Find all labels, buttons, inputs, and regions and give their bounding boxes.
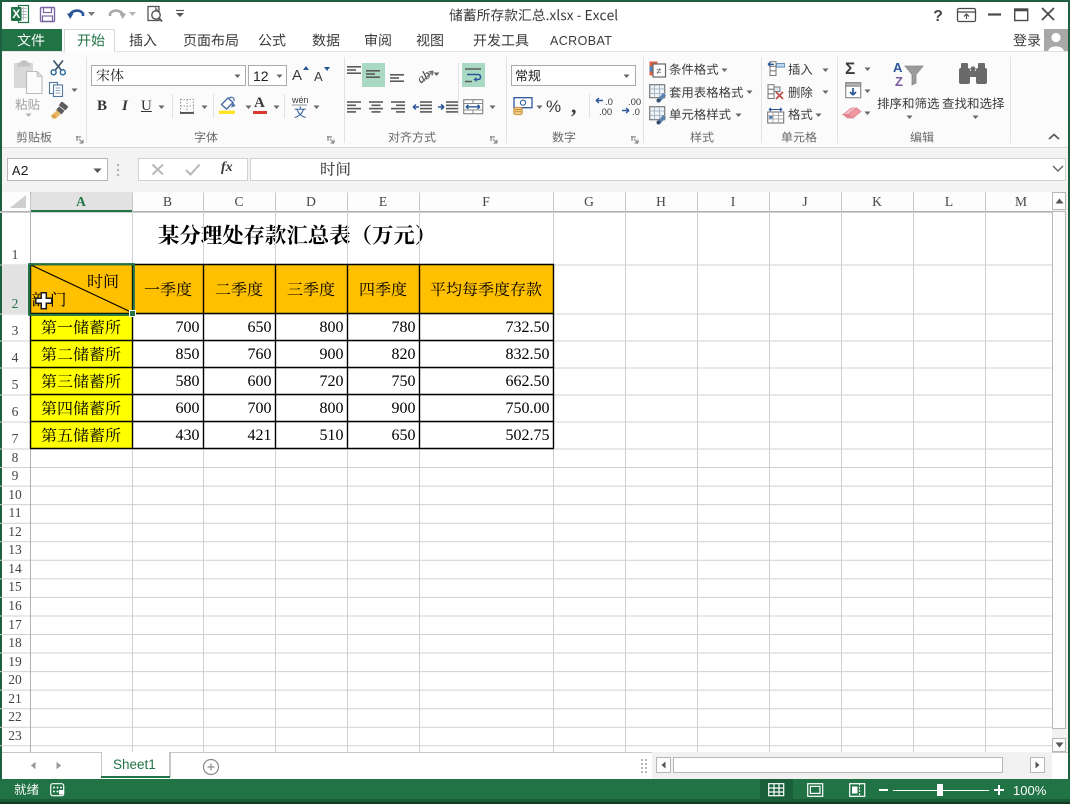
svg-text:.0: .0 [632,107,640,118]
svg-text:?: ? [933,8,943,25]
svg-text:X: X [12,7,20,21]
svg-text:wén: wén [291,95,309,105]
svg-text:A: A [893,60,903,75]
svg-text:ab: ab [414,66,434,86]
svg-text:≠: ≠ [657,66,662,76]
svg-text:Z: Z [895,74,903,89]
svg-text:.00: .00 [599,107,612,118]
